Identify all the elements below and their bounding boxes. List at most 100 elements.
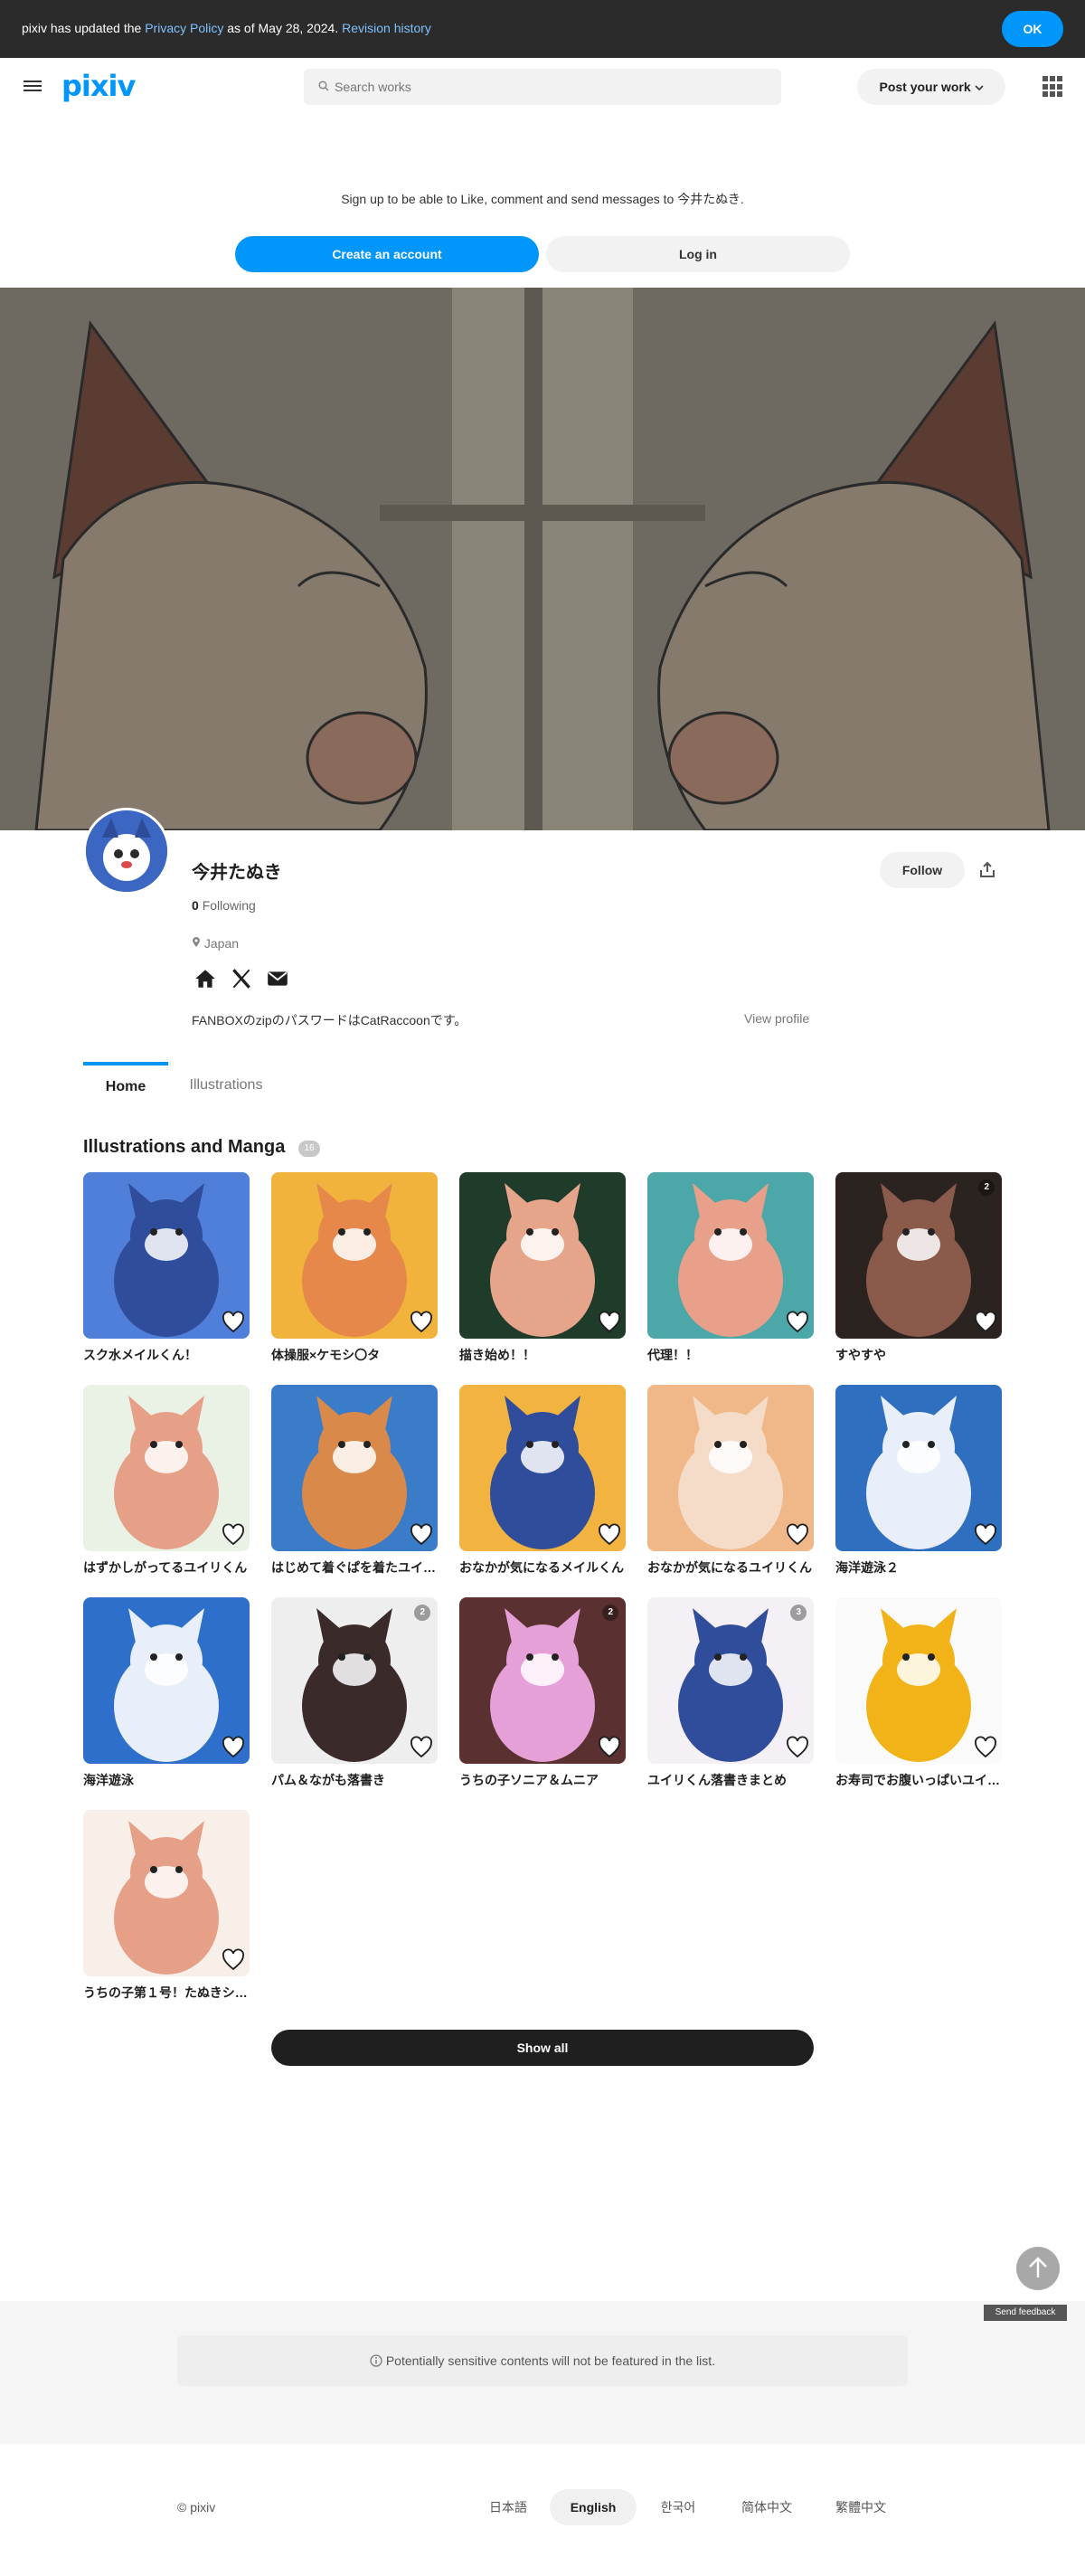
work-thumbnail[interactable] (83, 1597, 250, 1764)
x-twitter-icon[interactable] (230, 967, 255, 992)
work-card[interactable]: うちの子第１号！たぬきショタのユイリくん (83, 1810, 250, 2002)
menu-icon[interactable] (24, 78, 42, 96)
work-title[interactable]: 体操服×ケモシ〇タ (271, 1346, 438, 1364)
section-count-badge: 16 (298, 1141, 320, 1157)
work-card[interactable]: 2 うちの子ソニア＆ムニア (459, 1597, 626, 1789)
create-account-button[interactable]: Create an account (235, 236, 539, 272)
ok-button[interactable]: OK (1002, 11, 1063, 47)
work-title[interactable]: はずかしがってるユイリくん (83, 1558, 250, 1577)
like-heart-icon[interactable] (409, 1735, 434, 1760)
work-thumbnail[interactable] (271, 1385, 438, 1551)
privacy-policy-link[interactable]: Privacy Policy (145, 21, 223, 35)
work-title[interactable]: すやすや (835, 1346, 1002, 1364)
work-thumbnail[interactable] (459, 1385, 626, 1551)
work-card[interactable]: お寿司でお腹いっぱいユイリくん (835, 1597, 1002, 1789)
following-number: 0 (192, 898, 199, 913)
like-heart-icon[interactable] (785, 1735, 810, 1760)
work-thumbnail[interactable] (647, 1385, 814, 1551)
lang-simplified-chinese[interactable]: 简体中文 (731, 2489, 803, 2525)
work-title[interactable]: 代理！！ (647, 1346, 814, 1364)
work-title[interactable]: スク水メイルくん！ (83, 1346, 250, 1364)
work-thumbnail[interactable] (459, 1172, 626, 1339)
work-title[interactable]: おなかが気になるメイルくん (459, 1558, 626, 1577)
work-title[interactable]: うちの子ソニア＆ムニア (459, 1771, 626, 1789)
chevron-down-icon (974, 80, 984, 94)
work-card[interactable]: 3 ユイリくん落書きまとめ (647, 1597, 814, 1789)
arrow-up-icon (1029, 2257, 1047, 2278)
like-heart-icon[interactable] (221, 1310, 246, 1335)
revision-history-link[interactable]: Revision history (342, 21, 431, 35)
sensitive-notice: Potentially sensitive contents will not … (177, 2335, 908, 2386)
lang-korean[interactable]: 한국어 (646, 2489, 711, 2525)
work-thumbnail[interactable] (83, 1810, 250, 1976)
search-box[interactable] (304, 69, 781, 105)
work-card[interactable]: 2 パム＆ながも落書き (271, 1597, 438, 1789)
work-thumbnail[interactable] (835, 1385, 1002, 1551)
like-heart-icon[interactable] (973, 1310, 998, 1335)
scroll-to-top-button[interactable] (1016, 2247, 1060, 2290)
post-your-work-button[interactable]: Post your work (857, 69, 1005, 105)
work-thumbnail[interactable]: 2 (835, 1172, 1002, 1339)
work-thumbnail[interactable] (83, 1172, 250, 1339)
mail-icon[interactable] (266, 967, 291, 992)
pixiv-logo[interactable]: pixiv (61, 69, 136, 103)
work-title[interactable]: おなかが気になるユイリくん (647, 1558, 814, 1577)
work-thumbnail[interactable]: 3 (647, 1597, 814, 1764)
like-heart-icon[interactable] (973, 1522, 998, 1548)
work-title[interactable]: パム＆ながも落書き (271, 1771, 438, 1789)
work-card[interactable]: はずかしがってるユイリくん (83, 1385, 250, 1577)
like-heart-icon[interactable] (221, 1735, 246, 1760)
apps-grid-icon[interactable] (1043, 76, 1064, 98)
like-heart-icon[interactable] (597, 1310, 622, 1335)
lang-english[interactable]: English (550, 2489, 637, 2525)
tab-home[interactable]: Home (83, 1062, 168, 1109)
like-heart-icon[interactable] (597, 1735, 622, 1760)
work-thumbnail[interactable] (271, 1172, 438, 1339)
lang-japanese[interactable]: 日本語 (477, 2489, 539, 2525)
login-button[interactable]: Log in (546, 236, 850, 272)
share-icon[interactable] (976, 859, 998, 881)
work-card[interactable]: 海洋遊泳２ (835, 1385, 1002, 1577)
show-all-button[interactable]: Show all (271, 2030, 814, 2066)
work-card[interactable]: おなかが気になるメイルくん (459, 1385, 626, 1577)
work-title[interactable]: 描き始め！！ (459, 1346, 626, 1364)
following-count[interactable]: 0 Following (192, 898, 256, 913)
home-icon[interactable] (193, 967, 219, 992)
send-feedback-button[interactable]: Send feedback (984, 2305, 1067, 2321)
work-card[interactable]: 描き始め！！ (459, 1172, 626, 1364)
follow-button[interactable]: Follow (880, 852, 965, 888)
work-card[interactable]: 2 すやすや (835, 1172, 1002, 1364)
search-input[interactable] (335, 69, 769, 105)
work-card[interactable]: 体操服×ケモシ〇タ (271, 1172, 438, 1364)
work-card[interactable]: 海洋遊泳 (83, 1597, 250, 1789)
like-heart-icon[interactable] (409, 1522, 434, 1548)
post-your-work-label: Post your work (879, 80, 971, 94)
work-thumbnail[interactable] (647, 1172, 814, 1339)
user-name: 今井たぬき (192, 863, 282, 883)
work-title[interactable]: お寿司でお腹いっぱいユイリくん (835, 1771, 1002, 1789)
work-title[interactable]: うちの子第１号！たぬきショタのユイリくん (83, 1984, 250, 2002)
like-heart-icon[interactable] (221, 1947, 246, 1973)
work-thumbnail[interactable] (83, 1385, 250, 1551)
view-profile-link[interactable]: View profile (744, 1011, 809, 1026)
work-card[interactable]: おなかが気になるユイリくん (647, 1385, 814, 1577)
tab-illustrations[interactable]: Illustrations (168, 1062, 284, 1109)
like-heart-icon[interactable] (597, 1522, 622, 1548)
work-title[interactable]: はじめて着ぐぱを着たユイリくん (271, 1558, 438, 1577)
like-heart-icon[interactable] (785, 1522, 810, 1548)
work-title[interactable]: 海洋遊泳２ (835, 1558, 1002, 1577)
notice-text-2: as of May 28, 2024. (223, 21, 343, 35)
work-title[interactable]: 海洋遊泳 (83, 1771, 250, 1789)
like-heart-icon[interactable] (785, 1310, 810, 1335)
like-heart-icon[interactable] (409, 1310, 434, 1335)
lang-traditional-chinese[interactable]: 繁體中文 (823, 2489, 899, 2525)
work-title[interactable]: ユイリくん落書きまとめ (647, 1771, 814, 1789)
work-thumbnail[interactable]: 2 (271, 1597, 438, 1764)
work-card[interactable]: スク水メイルくん！ (83, 1172, 250, 1364)
like-heart-icon[interactable] (973, 1735, 998, 1760)
work-card[interactable]: はじめて着ぐぱを着たユイリくん (271, 1385, 438, 1577)
work-thumbnail[interactable]: 2 (459, 1597, 626, 1764)
work-thumbnail[interactable] (835, 1597, 1002, 1764)
like-heart-icon[interactable] (221, 1522, 246, 1548)
work-card[interactable]: 代理！！ (647, 1172, 814, 1364)
